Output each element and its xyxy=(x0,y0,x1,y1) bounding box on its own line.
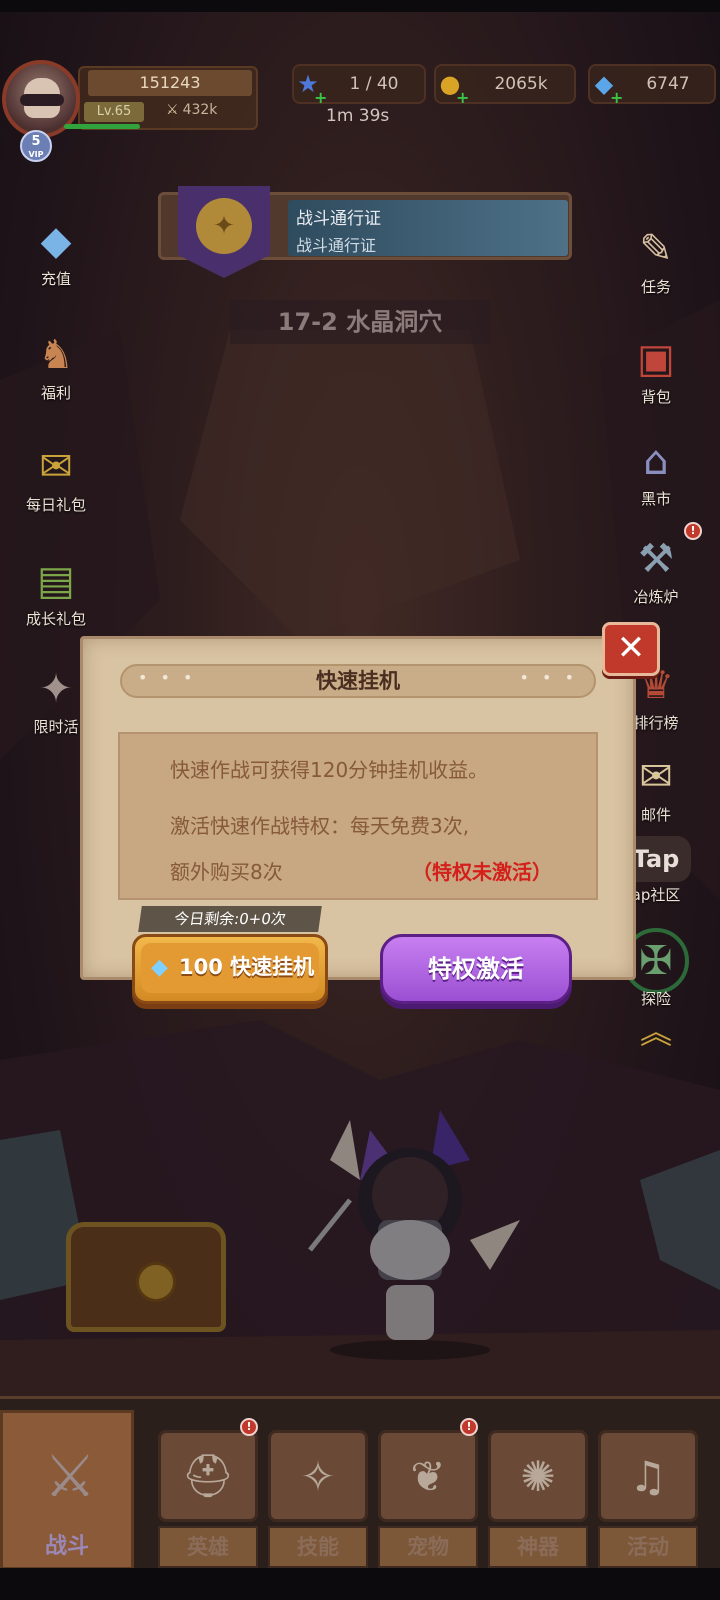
gem-counter[interactable]: ◆ + 6747 xyxy=(588,64,716,107)
notification-badge: ! xyxy=(460,1418,478,1436)
tab-battle-label: 战斗 xyxy=(44,1534,89,1559)
side-button-welfare[interactable]: ♞ 福利 xyxy=(14,322,98,403)
avatar-mask xyxy=(20,94,64,106)
info-line-privilege: 激活快速作战特权：每天免费3次, xyxy=(170,814,470,838)
side-button-recharge[interactable]: ◆ 充值 xyxy=(14,208,98,289)
tab-label: 神器 xyxy=(488,1526,588,1568)
collapse-menu-button[interactable]: ︽ xyxy=(614,1010,698,1051)
system-status-bar xyxy=(0,0,720,12)
tab-label: 技能 xyxy=(268,1526,368,1568)
tab-artifacts[interactable]: ✺ 神器 xyxy=(488,1430,588,1568)
gem-pile-icon: ◆ xyxy=(40,218,72,264)
side-label: 福利 xyxy=(40,384,71,402)
scroll-quill-icon: ✎ xyxy=(639,226,673,272)
player-score: 151243 xyxy=(88,70,252,96)
info-line-reward: 快速作战可获得120分钟挂机收益。 xyxy=(170,758,489,782)
quick-idle-button[interactable]: ◆ 100 快速挂机 xyxy=(132,934,328,1004)
anvil-icon: ⚒ xyxy=(638,536,674,582)
side-button-black-market[interactable]: ⌂ 黑市 xyxy=(614,428,698,509)
battle-pass-emblem-icon: ✦ xyxy=(196,198,252,254)
chevron-up-icon: ︽ xyxy=(639,1013,672,1051)
tab-events[interactable]: ♫ 活动 xyxy=(598,1430,698,1568)
energy-timer: 1m 39s xyxy=(326,106,390,126)
player-level: Lv.65 xyxy=(84,102,144,122)
gem-value: 6747 xyxy=(646,74,690,94)
side-label: 充值 xyxy=(40,270,71,288)
combat-power-value: 432k xyxy=(182,102,218,118)
system-nav-bar xyxy=(0,1568,720,1600)
side-label: 任务 xyxy=(640,278,671,296)
battle-pass-subtitle: 战斗通行证 xyxy=(296,236,377,255)
combat-power: ⚔ 432k xyxy=(166,102,217,118)
side-button-growth-pack[interactable]: ▤ 成长礼包 xyxy=(14,548,98,629)
quick-idle-dialog: • • • • • • 快速挂机 ✕ 快速作战可获得120分钟挂机收益。 激活快… xyxy=(72,622,660,1004)
gift-box-icon: ✉ xyxy=(39,444,73,490)
info-line-extra: 额外购买8次 xyxy=(170,860,283,884)
vip-badge[interactable]: 5 VIP xyxy=(20,130,52,162)
battle-pass-title: 战斗通行证 xyxy=(296,209,381,229)
horn-icon: ♫ xyxy=(598,1430,698,1522)
wizard-icon: ♞ xyxy=(38,332,74,378)
energy-counter[interactable]: ★ + 1 / 40 xyxy=(292,64,426,107)
stage-label: 17-2 水晶洞穴 xyxy=(230,300,490,344)
side-label: 黑市 xyxy=(640,490,671,508)
notification-badge: ! xyxy=(684,522,702,540)
gold-counter[interactable]: ● + 2065k xyxy=(434,64,576,107)
growth-pack-icon: ▤ xyxy=(37,558,75,604)
artifact-icon: ✺ xyxy=(488,1430,588,1522)
notification-badge: ! xyxy=(240,1418,258,1436)
privilege-status: （特权未激活） xyxy=(412,860,552,884)
side-label: 每日礼包 xyxy=(25,496,86,514)
game-scene: 5 VIP 151243 Lv.65 ⚔ 432k ★ + 1 / 40 1m 3… xyxy=(0,0,720,1600)
tab-pets[interactable]: ❦ 宠物 ! xyxy=(378,1418,478,1568)
tab-label: 英雄 xyxy=(158,1526,258,1568)
quick-idle-button-label: 100 快速挂机 xyxy=(179,955,315,979)
energy-value: 1 / 40 xyxy=(349,74,399,94)
tab-label: 宠物 xyxy=(378,1526,478,1568)
crossed-swords-icon: ⚔ xyxy=(44,1442,96,1510)
side-button-quests[interactable]: ✎ 任务 xyxy=(614,216,698,297)
side-button-backpack[interactable]: ▣ 背包 xyxy=(614,326,698,407)
knight-helmet-icon: ⛑ xyxy=(158,1430,258,1522)
spellbook-icon: ✧ xyxy=(268,1430,368,1522)
crossed-swords-icon: ⚔ xyxy=(166,102,179,118)
dialog-title: 快速挂机 xyxy=(316,669,400,693)
side-button-forge[interactable]: ⚒ 冶炼炉 ! xyxy=(614,522,702,607)
gem-icon: ◆ xyxy=(151,955,168,980)
vip-level: 5 xyxy=(31,134,41,149)
side-button-daily-gift[interactable]: ✉ 每日礼包 xyxy=(14,434,98,515)
experience-bar xyxy=(64,124,140,129)
activate-privilege-button[interactable]: 特权激活 xyxy=(380,934,572,1004)
side-label: 探险 xyxy=(640,990,671,1008)
vip-tag: VIP xyxy=(28,150,44,159)
tab-heroes[interactable]: ⛑ 英雄 ! xyxy=(158,1418,258,1568)
side-label: 成长礼包 xyxy=(25,610,86,628)
close-button[interactable]: ✕ xyxy=(602,622,660,676)
backpack-icon: ▣ xyxy=(637,336,675,382)
market-stall-icon: ⌂ xyxy=(643,438,669,484)
tab-label: 活动 xyxy=(598,1526,698,1568)
side-label: 背包 xyxy=(640,388,671,406)
remaining-count: 今日剩余:0+0次 xyxy=(138,906,322,932)
winged-pet-icon: ❦ xyxy=(378,1430,478,1522)
gold-value: 2065k xyxy=(494,74,548,94)
side-label: 冶炼炉 xyxy=(633,588,679,606)
activate-privilege-label: 特权激活 xyxy=(428,955,524,983)
tab-skills[interactable]: ✧ 技能 xyxy=(268,1430,368,1568)
